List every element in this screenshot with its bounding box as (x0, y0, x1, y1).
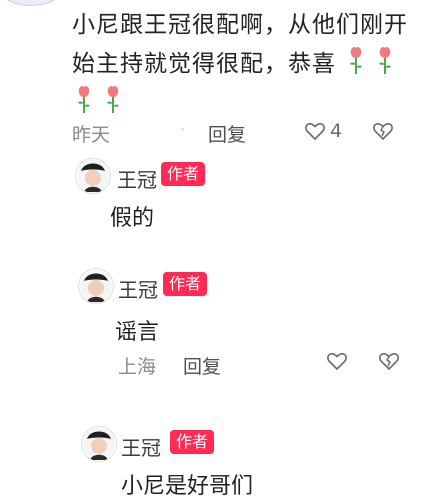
like-heart-icon[interactable] (304, 120, 326, 142)
reply-text: 小尼是好哥们 (121, 474, 254, 499)
author-badge: 作者 (161, 162, 206, 186)
comment-thread: 小尼跟王冠很配啊，从他们刚开始主持就觉得很配，恭喜 昨天 · 回复 4 王冠 作… (0, 0, 428, 500)
reply-text: 谣言 (115, 320, 160, 345)
author-avatar[interactable] (78, 268, 114, 304)
author-avatar[interactable] (75, 158, 111, 194)
dislike-broken-heart-icon[interactable] (372, 120, 394, 142)
dislike-broken-heart-icon[interactable] (378, 350, 400, 372)
reply-author-name[interactable]: 王冠 (117, 164, 157, 193)
rose-emoji (379, 46, 392, 74)
author-avatar[interactable] (81, 426, 117, 462)
reply-location: 上海 (110, 242, 149, 264)
comment-text: 小尼跟王冠很配啊，从他们刚开始主持就觉得很配，恭喜 (72, 6, 408, 122)
rose-emoji (78, 85, 90, 113)
comment-reply-button[interactable]: 回复 (208, 120, 246, 147)
author-badge: 作者 (163, 272, 208, 296)
reply-location: 上海 (118, 356, 157, 378)
author-avatar-image (77, 160, 109, 192)
reply-text: 假的 (110, 206, 155, 231)
reply-author-name[interactable]: 王冠 (121, 432, 161, 461)
comment-time: 昨天 (72, 124, 111, 146)
like-heart-icon[interactable] (326, 350, 348, 372)
like-heart-icon[interactable] (320, 238, 342, 260)
reply-author-name[interactable]: 王冠 (118, 274, 158, 303)
like-count: 4 (330, 120, 343, 142)
rose-emoji (350, 46, 363, 74)
reply-reply-button[interactable]: 回复 (177, 238, 215, 265)
commenter-avatar[interactable] (0, 0, 62, 6)
dislike-broken-heart-icon[interactable] (372, 238, 394, 260)
rose-emoji (107, 85, 119, 113)
author-badge: 作者 (170, 430, 215, 454)
comment-separator: · (180, 120, 186, 139)
reply-reply-button[interactable]: 回复 (183, 352, 221, 379)
author-avatar-image (80, 270, 112, 302)
author-avatar-image (83, 428, 115, 460)
